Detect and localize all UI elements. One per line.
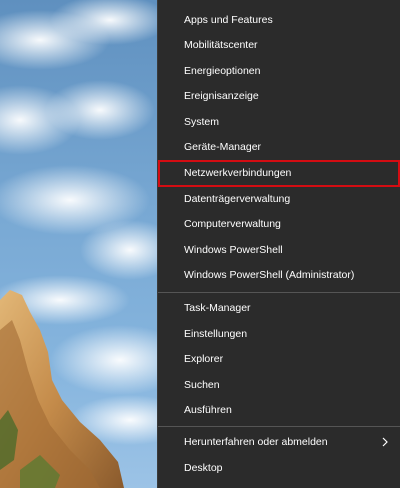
menu-item-explorer[interactable]: Explorer	[158, 347, 400, 371]
chevron-right-icon	[380, 430, 390, 454]
menu-separator	[158, 426, 400, 427]
menu-item-suchen[interactable]: Suchen	[158, 373, 400, 397]
menu-item-task-manager[interactable]: Task-Manager	[158, 296, 400, 320]
menu-item-energieoptionen[interactable]: Energieoptionen	[158, 59, 400, 83]
menu-item-system[interactable]: System	[158, 110, 400, 134]
menu-item-windows-powershell-admin[interactable]: Windows PowerShell (Administrator)	[158, 263, 400, 287]
menu-item-datentraegerverwaltung[interactable]: Datenträgerverwaltung	[158, 187, 400, 211]
menu-item-mobilitaetscenter[interactable]: Mobilitätscenter	[158, 33, 400, 57]
menu-item-windows-powershell[interactable]: Windows PowerShell	[158, 238, 400, 262]
menu-item-einstellungen[interactable]: Einstellungen	[158, 322, 400, 346]
menu-item-herunterfahren-oder-abmelden[interactable]: Herunterfahren oder abmelden	[158, 430, 400, 454]
menu-item-apps-und-features[interactable]: Apps und Features	[158, 8, 400, 32]
menu-item-ausfuehren[interactable]: Ausführen	[158, 398, 400, 422]
desktop-screen: Apps und Features Mobilitätscenter Energ…	[0, 0, 400, 488]
winx-context-menu: Apps und Features Mobilitätscenter Energ…	[157, 0, 400, 488]
menu-separator	[158, 292, 400, 293]
menu-item-computerverwaltung[interactable]: Computerverwaltung	[158, 212, 400, 236]
menu-item-geraete-manager[interactable]: Geräte-Manager	[158, 135, 400, 159]
menu-item-ereignisanzeige[interactable]: Ereignisanzeige	[158, 84, 400, 108]
menu-item-desktop[interactable]: Desktop	[158, 456, 400, 480]
menu-item-netzwerkverbindungen[interactable]: Netzwerkverbindungen	[158, 160, 400, 187]
menu-item-label: Herunterfahren oder abmelden	[184, 436, 328, 448]
